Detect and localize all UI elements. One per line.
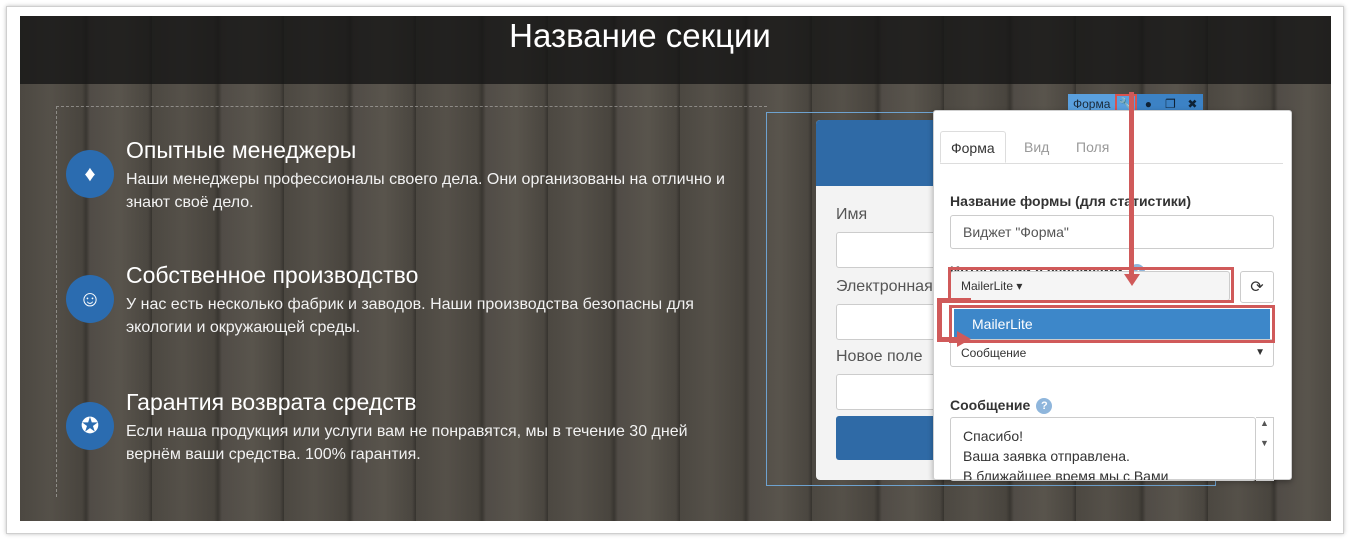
feature-description: Если наша продукция или услуги вам не по… — [126, 423, 688, 463]
message-line: Ваша заявка отправлена. — [963, 448, 1130, 464]
feature-description: Наши менеджеры профессионалы своего дела… — [126, 171, 725, 211]
help-icon[interactable]: ? — [1036, 398, 1053, 415]
message-label-text: Сообщение — [950, 397, 1031, 413]
annotation-arrow — [937, 298, 971, 303]
feature-title: Гарантия возврата средств — [126, 389, 417, 415]
annotation-arrow — [937, 298, 942, 342]
annotation-highlight-select — [948, 267, 1234, 303]
head-icon: ☺ — [66, 275, 114, 323]
section-title: Название секции — [509, 17, 771, 54]
field-label-new: Новое поле — [836, 348, 923, 365]
refresh-icon[interactable]: ⟳ — [1240, 271, 1274, 303]
annotation-highlight-option — [949, 305, 1275, 343]
message-label: Сообщение? — [950, 397, 1053, 415]
form-name-input[interactable]: Виджет "Форма" — [950, 215, 1274, 249]
annotation-arrow-head — [957, 331, 971, 347]
tab-view[interactable]: Вид — [1014, 131, 1059, 163]
field-label-name: Имя — [836, 206, 868, 223]
form-settings-panel: Форма Вид Поля Название формы (для стати… — [933, 110, 1292, 481]
feature-title: Собственное производство — [126, 262, 419, 288]
annotation-arrow-head — [1124, 274, 1140, 286]
feature-description: У нас есть несколько фабрик и заводов. Н… — [126, 296, 694, 336]
settings-tabs: Форма Вид Поля — [940, 131, 1283, 164]
message-line: Спасибо! — [963, 428, 1023, 444]
tab-fields[interactable]: Поля — [1066, 131, 1119, 163]
medal-icon: ✪ — [66, 402, 114, 450]
message-type-value: Сообщение — [961, 346, 1027, 360]
feature-title: Опытные менеджеры — [126, 137, 357, 163]
tie-icon: ♦ — [66, 150, 114, 198]
form-name-label: Название формы (для статистики) — [950, 193, 1192, 209]
textarea-scrollbar[interactable]: ▲ ▼ — [1256, 417, 1274, 481]
caret-down-icon: ▼ — [1255, 347, 1265, 358]
message-textarea[interactable]: Спасибо! Ваша заявка отправлена. В ближа… — [950, 417, 1256, 481]
message-line: В ближайшее время мы с Вами — [963, 468, 1169, 481]
annotation-arrow — [937, 337, 959, 342]
tab-form[interactable]: Форма — [940, 131, 1006, 163]
annotation-arrow — [1129, 92, 1134, 280]
message-type-select[interactable]: Сообщение ▼ — [950, 339, 1274, 367]
